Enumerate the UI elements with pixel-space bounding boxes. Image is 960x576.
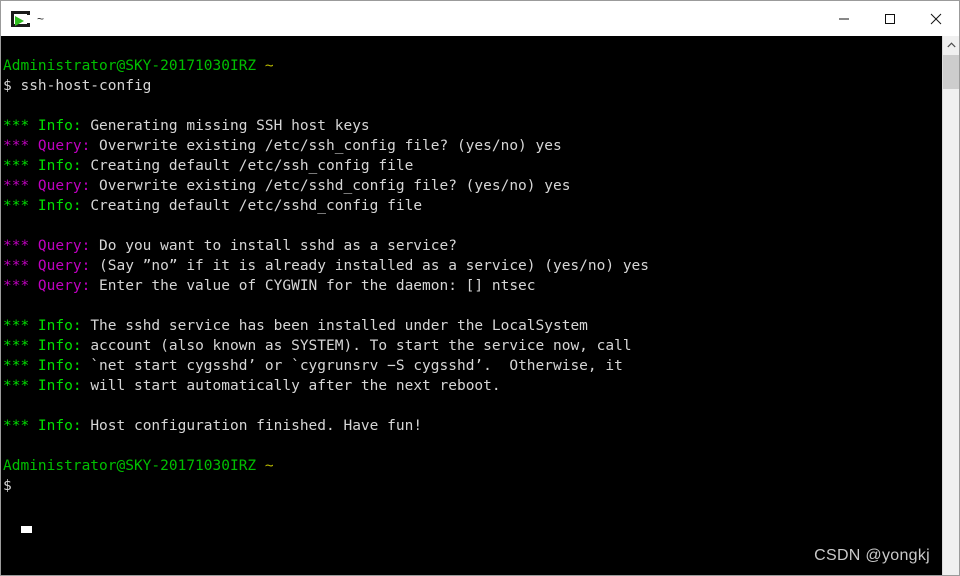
chevron-up-icon	[946, 41, 956, 47]
terminal-span: ***	[3, 378, 38, 394]
terminal-span: ***	[3, 158, 38, 174]
terminal-span: Generating missing SSH host keys	[90, 118, 370, 134]
terminal-line-info: *** Info: Creating default /etc/ssh_conf…	[3, 156, 944, 176]
terminal-span: `net start cygsshd’ or `cygrunsrv −S cyg…	[90, 358, 623, 374]
terminal-line-info: *** Info: The sshd service has been inst…	[3, 316, 944, 336]
vertical-scrollbar[interactable]	[942, 36, 959, 575]
terminal-span: ***	[3, 318, 38, 334]
terminal-span: ***	[3, 178, 38, 194]
terminal-span: Info:	[37, 338, 91, 354]
minimize-icon	[839, 18, 849, 19]
terminal-span: Query:	[37, 178, 100, 194]
terminal-line-command: $	[3, 476, 944, 496]
terminal-span: ***	[3, 338, 38, 354]
terminal-span: Query:	[37, 238, 100, 254]
terminal-output-area[interactable]: Administrator@SKY-20171030IRZ ~ $ ssh-hos…	[1, 36, 944, 575]
terminal-span: ***	[3, 258, 38, 274]
terminal-span: Creating default /etc/ssh_config file	[90, 158, 414, 174]
terminal-span: Creating default /etc/sshd_config file	[90, 198, 423, 214]
terminal-span: Administrator@SKY-20171030IRZ	[3, 58, 257, 74]
terminal-line-info: *** Info: `net start cygsshd’ or `cygrun…	[3, 356, 944, 376]
scrollbar-thumb[interactable]	[943, 55, 959, 89]
terminal-span: ~	[264, 458, 274, 474]
terminal-span: ***	[3, 278, 38, 294]
terminal-span: Overwrite existing /etc/ssh_config file?…	[99, 138, 562, 154]
scroll-up-button[interactable]	[943, 36, 959, 53]
maximize-button[interactable]	[867, 1, 913, 36]
terminal-span: ***	[3, 238, 38, 254]
terminal-span: ***	[3, 198, 38, 214]
window-title: ~	[37, 11, 45, 26]
terminal-line-command: $ ssh-host-config	[3, 76, 944, 96]
terminal-line-info: *** Info: Host configuration finished. H…	[3, 416, 944, 436]
maximize-icon	[885, 13, 895, 24]
terminal-span: Info:	[37, 118, 91, 134]
terminal-line-info: *** Info: Creating default /etc/sshd_con…	[3, 196, 944, 216]
terminal-span: Info:	[37, 418, 91, 434]
terminal-span: Query:	[37, 278, 100, 294]
terminal-span: ***	[3, 358, 38, 374]
terminal-span: Query:	[37, 138, 100, 154]
window-controls	[821, 1, 959, 36]
terminal-span: Administrator@SKY-20171030IRZ	[3, 458, 257, 474]
title-bar[interactable]: ~	[1, 1, 959, 36]
terminal-line-info: *** Info: will start automatically after…	[3, 376, 944, 396]
terminal-span: Info:	[37, 198, 91, 214]
terminal-span	[256, 458, 265, 474]
close-button[interactable]	[913, 1, 959, 36]
terminal-span: Query:	[37, 258, 100, 274]
watermark: CSDN @yongkj	[814, 547, 930, 564]
terminal-span: account (also known as SYSTEM). To start…	[90, 338, 632, 354]
terminal-window: ~ Administrator@SKY-20171030IRZ ~ $ ssh-…	[0, 0, 960, 576]
terminal-span	[256, 58, 265, 74]
terminal-text: Administrator@SKY-20171030IRZ ~ $ ssh-hos…	[3, 36, 944, 496]
terminal-span: ***	[3, 418, 38, 434]
terminal-line-prompt: Administrator@SKY-20171030IRZ ~	[3, 56, 944, 76]
terminal-span: Overwrite existing /etc/sshd_config file…	[99, 178, 571, 194]
terminal-span: $	[3, 478, 21, 494]
terminal-span: Info:	[37, 378, 91, 394]
terminal-line-query: *** Query: Overwrite existing /etc/ssh_c…	[3, 136, 944, 156]
terminal-span: Info:	[37, 158, 91, 174]
text-cursor	[21, 526, 32, 533]
terminal-span: Host configuration finished. Have fun!	[90, 418, 423, 434]
terminal-span: The sshd service has been installed unde…	[90, 318, 588, 334]
terminal-span: Enter the value of CYGWIN for the daemon…	[99, 278, 536, 294]
terminal-span: will start automatically after the next …	[90, 378, 501, 394]
terminal-span: ***	[3, 118, 38, 134]
terminal-line-prompt: Administrator@SKY-20171030IRZ ~	[3, 456, 944, 476]
terminal-span: ~	[264, 58, 274, 74]
terminal-span: Info:	[37, 358, 91, 374]
terminal-span: ***	[3, 138, 38, 154]
terminal-span: Do you want to install sshd as a service…	[99, 238, 457, 254]
terminal-line-query: *** Query: Do you want to install sshd a…	[3, 236, 944, 256]
terminal-line-info: *** Info: account (also known as SYSTEM)…	[3, 336, 944, 356]
terminal-line-info: *** Info: Generating missing SSH host ke…	[3, 116, 944, 136]
terminal-line-query: *** Query: Enter the value of CYGWIN for…	[3, 276, 944, 296]
terminal-line-query: *** Query: Overwrite existing /etc/sshd_…	[3, 176, 944, 196]
minimize-button[interactable]	[821, 1, 867, 36]
terminal-span: (Say ”no” if it is already installed as …	[99, 258, 650, 274]
terminal-line-query: *** Query: (Say ”no” if it is already in…	[3, 256, 944, 276]
title-bar-left: ~	[1, 9, 821, 29]
terminal-span: $ ssh-host-config	[3, 78, 152, 94]
close-icon	[930, 13, 942, 24]
terminal-icon	[10, 9, 30, 29]
terminal-span: Info:	[37, 318, 91, 334]
